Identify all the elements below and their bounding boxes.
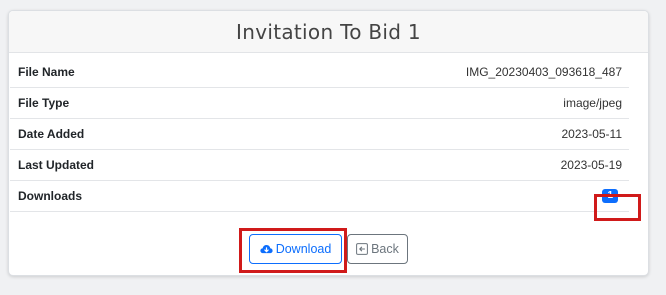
back-button[interactable]: Back bbox=[347, 234, 408, 264]
detail-row-downloads: Downloads 1 bbox=[10, 181, 629, 212]
detail-label: Date Added bbox=[18, 127, 85, 141]
detail-label: Last Updated bbox=[18, 158, 95, 172]
detail-value: image/jpeg bbox=[563, 96, 622, 110]
download-button-label: Download bbox=[275, 242, 332, 256]
cloud-download-icon bbox=[260, 244, 273, 255]
card-header: Invitation To Bid 1 bbox=[9, 11, 648, 53]
page-title: Invitation To Bid 1 bbox=[236, 19, 421, 44]
back-arrow-icon bbox=[356, 243, 368, 255]
detail-value: IMG_20230403_093618_487 bbox=[465, 65, 622, 79]
back-button-label: Back bbox=[371, 242, 399, 256]
detail-row-date-added: Date Added 2023-05-11 bbox=[10, 119, 629, 150]
download-button[interactable]: Download bbox=[249, 234, 342, 264]
details-table: File Name IMG_20230403_093618_487 File T… bbox=[10, 57, 629, 212]
detail-row-last-updated: Last Updated 2023-05-19 bbox=[10, 150, 629, 181]
detail-value: 2023-05-11 bbox=[561, 127, 623, 141]
detail-value: 2023-05-19 bbox=[560, 158, 622, 172]
detail-row-file-type: File Type image/jpeg bbox=[10, 88, 629, 119]
detail-row-file-name: File Name IMG_20230403_093618_487 bbox=[10, 57, 629, 88]
detail-label: Downloads bbox=[18, 189, 83, 203]
highlight-box-downloads bbox=[594, 194, 641, 221]
detail-label: File Type bbox=[18, 96, 70, 110]
detail-label: File Name bbox=[18, 65, 75, 79]
